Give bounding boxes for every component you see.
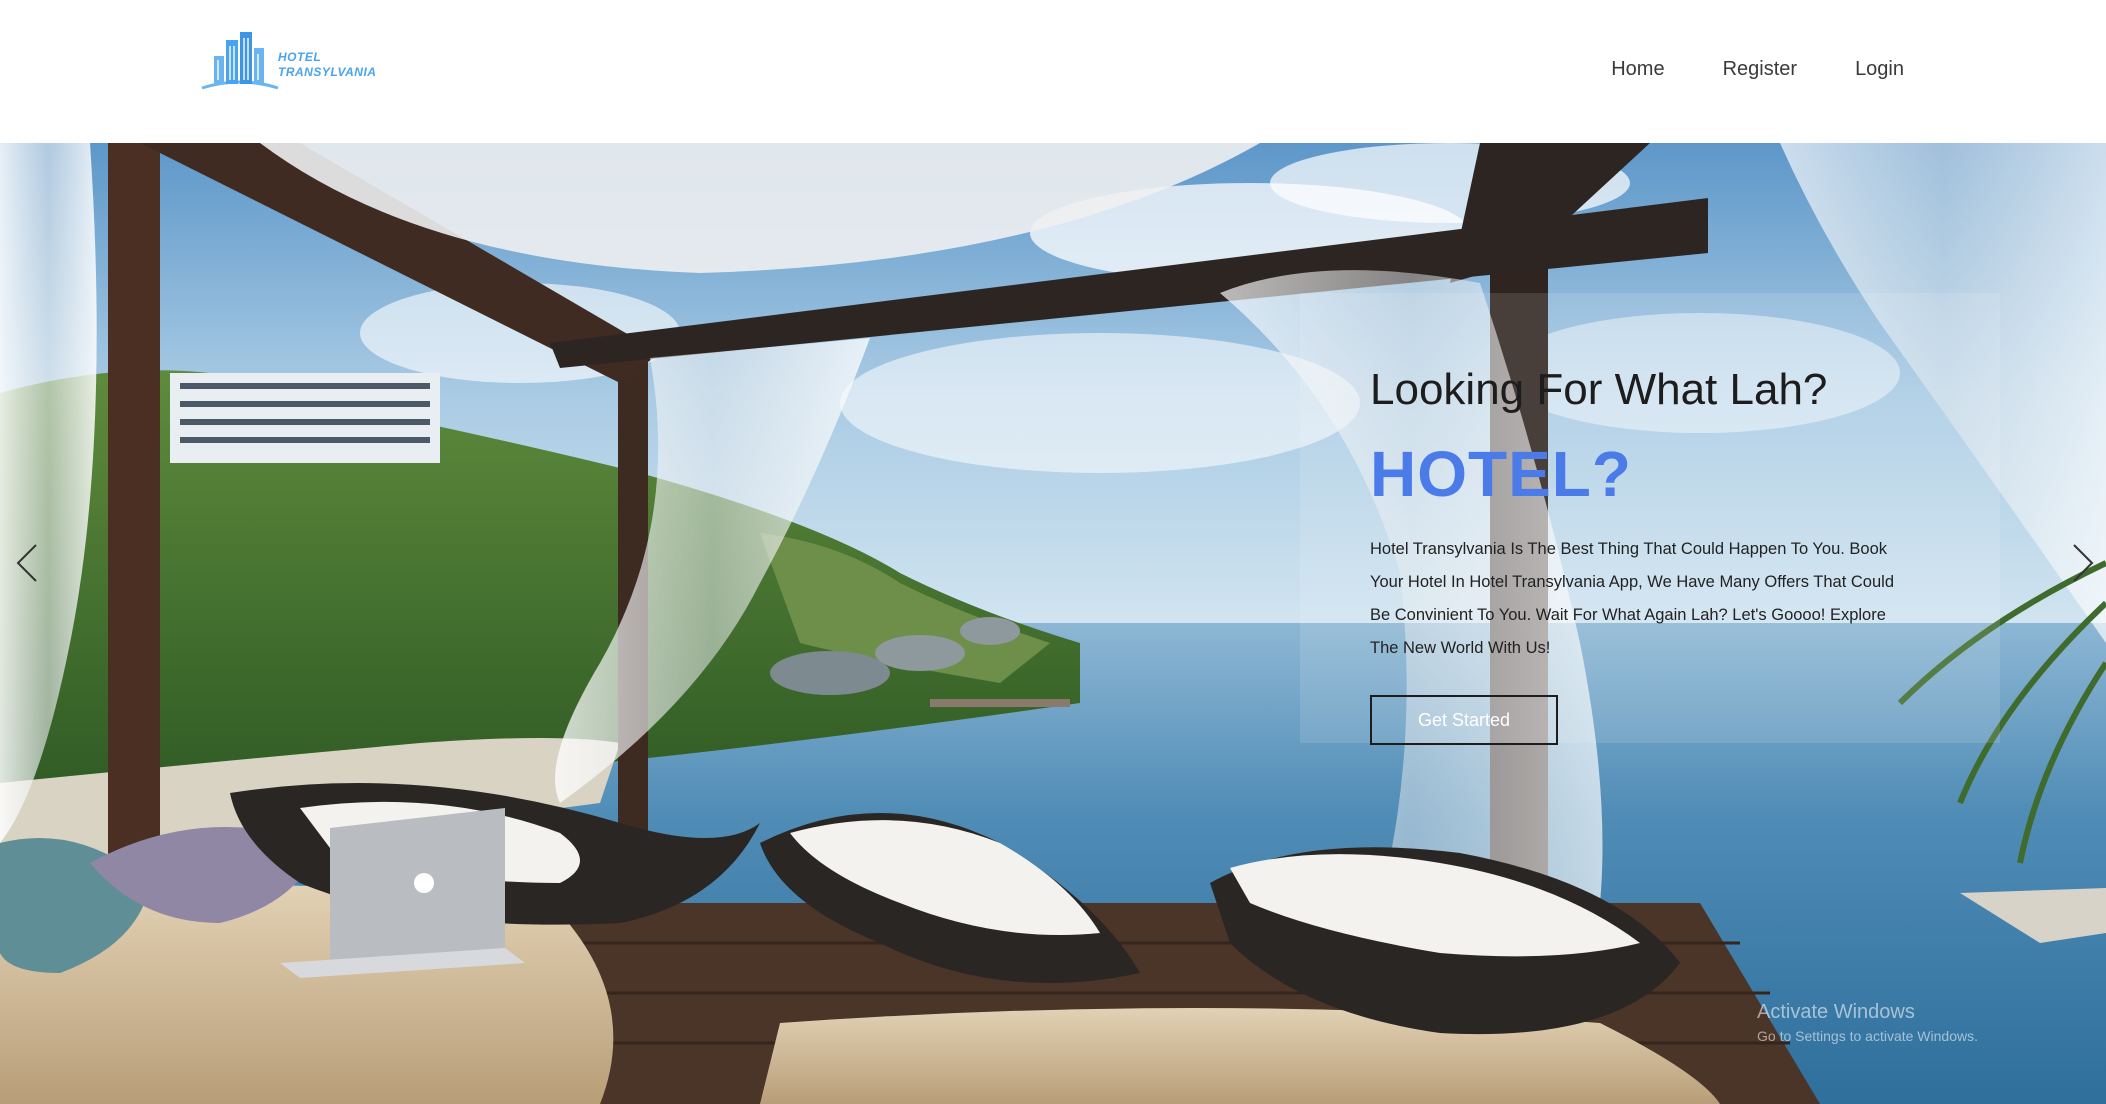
brand-logo[interactable]: HOTEL TRANSYLVANIA: [200, 28, 380, 92]
activate-windows-watermark: Activate Windows Go to Settings to activ…: [1757, 1001, 1978, 1044]
watermark-subtitle: Go to Settings to activate Windows.: [1757, 1028, 1978, 1044]
hero-title: HOTEL?: [1370, 438, 1632, 510]
chevron-right-icon: [2073, 544, 2094, 582]
carousel-next-button[interactable]: [2062, 533, 2102, 593]
hero-carousel: Looking For What Lah? HOTEL? Hotel Trans…: [0, 143, 2106, 1104]
nav-home-link[interactable]: Home: [1611, 58, 1664, 81]
hero-content: Looking For What Lah? HOTEL? Hotel Trans…: [1370, 365, 1930, 745]
hero-description: Hotel Transylvania Is The Best Thing Tha…: [1370, 540, 1894, 657]
site-header: HOTEL TRANSYLVANIA Home Register Login: [0, 0, 2106, 143]
brand-line-1: HOTEL: [278, 50, 322, 64]
buildings-logo-icon: [201, 32, 279, 90]
main-nav: Home Register Login: [1611, 58, 1904, 81]
nav-login-link[interactable]: Login: [1855, 58, 1904, 81]
chevron-left-icon: [16, 544, 37, 582]
nav-register-link[interactable]: Register: [1723, 58, 1797, 81]
carousel-prev-button[interactable]: [8, 533, 48, 593]
get-started-button[interactable]: Get Started: [1370, 695, 1558, 745]
brand-name: HOTEL TRANSYLVANIA: [278, 50, 376, 80]
watermark-title: Activate Windows: [1757, 1001, 1915, 1023]
hero-subtitle: Looking For What Lah?: [1370, 365, 1828, 414]
brand-line-2: TRANSYLVANIA: [278, 65, 377, 79]
